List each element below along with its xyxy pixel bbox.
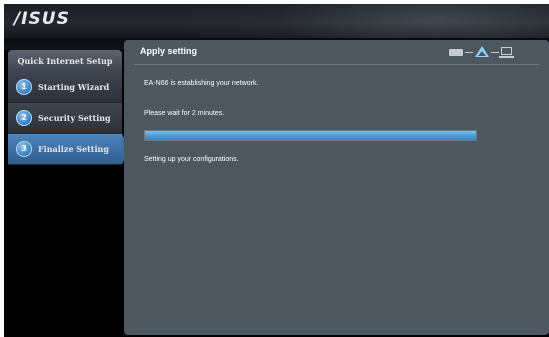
sidebar-item-starting-wizard[interactable]: 1 Starting Wizard <box>8 72 122 103</box>
sidebar-item-finalize-setting[interactable]: 3 Finalize Setting <box>8 134 130 165</box>
header-divider <box>134 64 539 65</box>
panel-header: Apply setting <box>124 40 549 64</box>
main-panel: Apply setting EA-N66 is establishing you… <box>124 40 549 335</box>
top-header: /ISUS <box>4 4 549 74</box>
step-number-badge: 2 <box>16 110 32 126</box>
page-title: Apply setting <box>140 46 198 56</box>
sidebar: Quick Internet Setup 1 Starting Wizard 2… <box>8 50 130 337</box>
sidebar-item-security-setting[interactable]: 2 Security Setting <box>8 103 122 134</box>
computer-icon <box>501 47 512 55</box>
step-number-badge: 1 <box>16 79 32 95</box>
connector-line <box>491 52 499 53</box>
configuration-message: Setting up your configurations. <box>144 156 239 163</box>
computer-base <box>499 56 514 58</box>
app-window: /ISUS Quick Internet Setup 1 Starting Wi… <box>4 4 549 337</box>
progress-bar <box>144 130 477 141</box>
wireless-icon-inner <box>478 51 486 56</box>
sidebar-item-label: Starting Wizard <box>38 82 110 92</box>
router-icon <box>449 49 463 56</box>
progress-bar-fill <box>145 131 476 140</box>
sidebar-item-label: Security Setting <box>38 113 111 123</box>
connector-line <box>465 52 473 53</box>
sidebar-item-label: Finalize Setting <box>38 144 109 154</box>
network-status-icons <box>449 46 519 60</box>
sidebar-title: Quick Internet Setup <box>8 50 122 72</box>
establishing-message: EA-N66 is establishing your network. <box>144 80 259 87</box>
wait-message: Please wait for 2 minutes. <box>144 110 225 117</box>
asus-logo: /ISUS <box>14 9 70 29</box>
step-number-badge: 3 <box>16 141 32 157</box>
